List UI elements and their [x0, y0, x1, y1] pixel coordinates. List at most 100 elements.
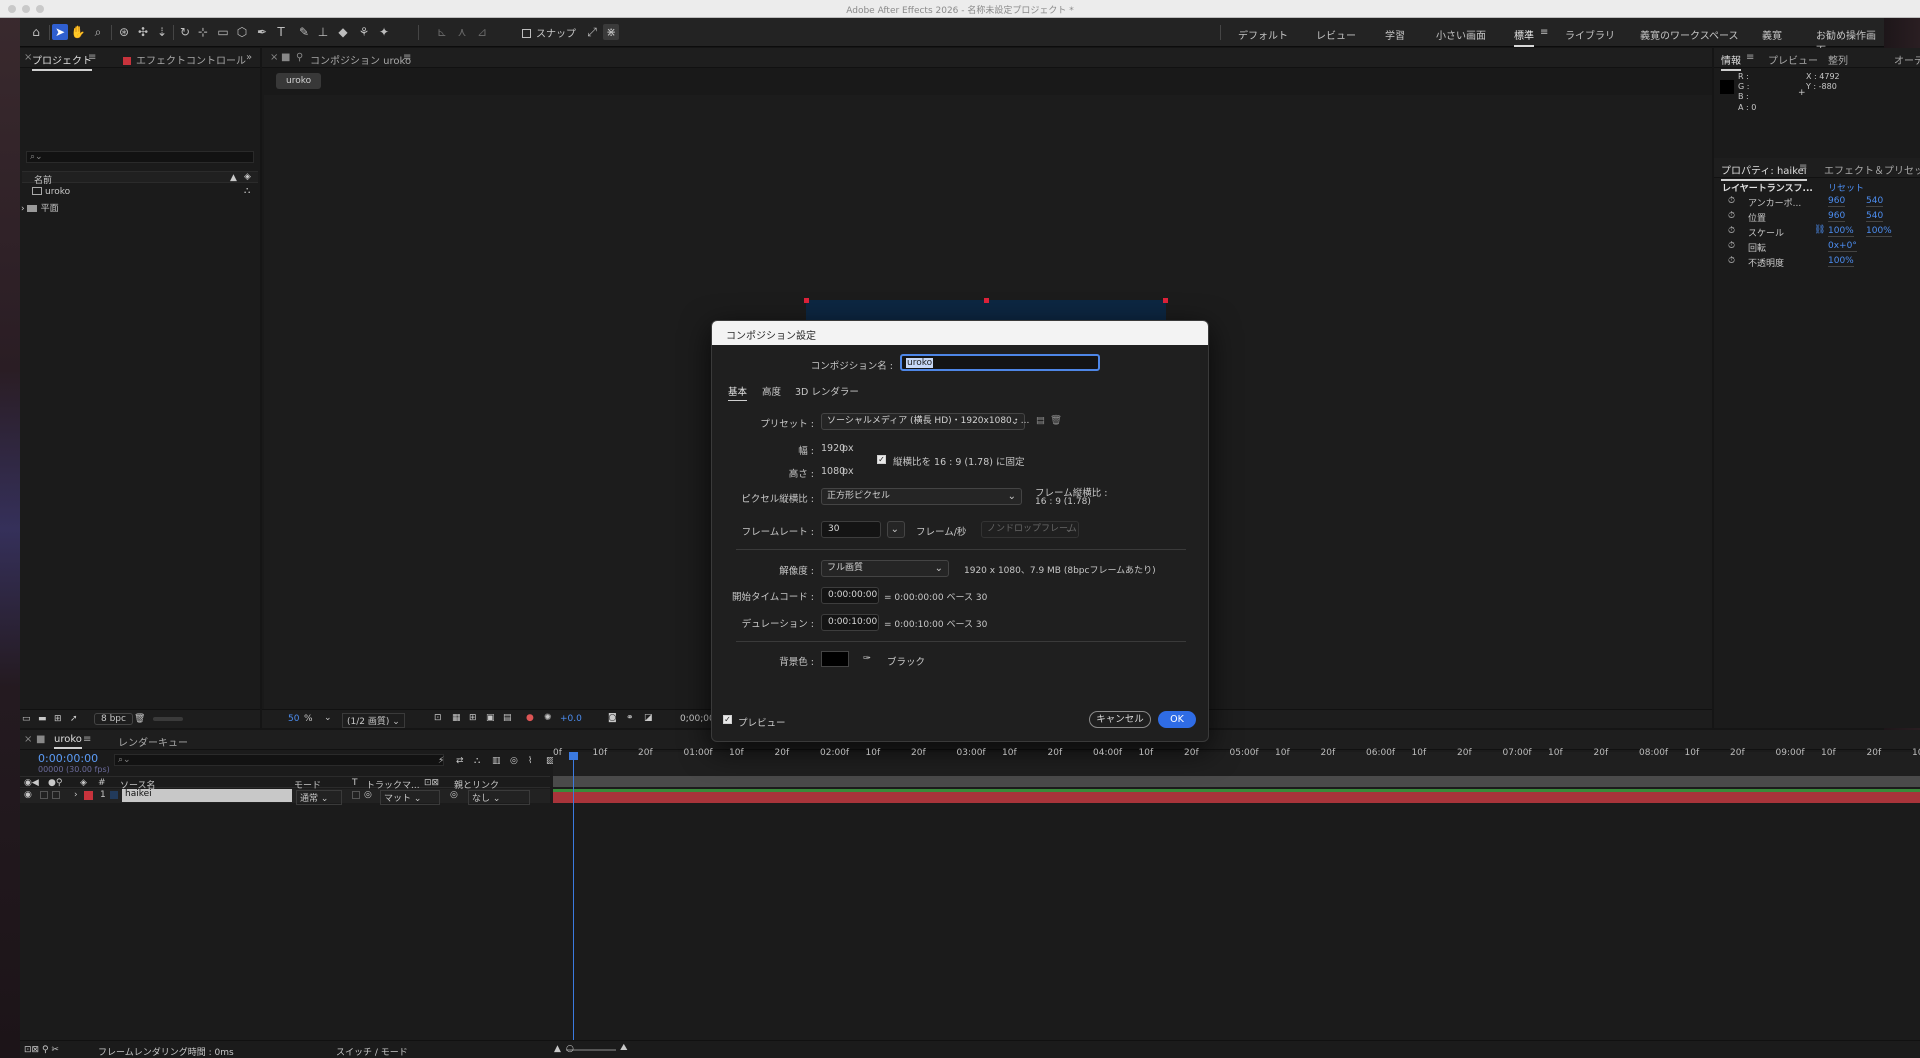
pen-tool-icon[interactable]: ✒	[254, 24, 270, 40]
tab-timeline-comp[interactable]: uroko	[54, 734, 82, 749]
panel-menu-icon[interactable]: ≡	[83, 734, 91, 745]
motion-blur-icon[interactable]: ◎	[510, 756, 518, 766]
background-color-swatch[interactable]	[821, 651, 849, 667]
ok-button[interactable]: OK	[1158, 711, 1196, 728]
new-composition-icon[interactable]: ⊞	[54, 714, 62, 724]
workspace-yoshihiro[interactable]: 義寛	[1762, 27, 1782, 42]
prop-position-x[interactable]: 960	[1828, 211, 1846, 222]
hand-tool-icon[interactable]: ✋	[70, 24, 86, 40]
visibility-eye-icon[interactable]: ◉	[24, 790, 32, 800]
pan-camera-icon[interactable]: ✣	[135, 24, 151, 40]
trash-icon[interactable]: 🗑	[134, 714, 145, 724]
fast-preview-icon[interactable]: ◪	[644, 713, 653, 723]
type-tool-icon[interactable]: T	[273, 24, 289, 40]
footer-toggle-icons[interactable]: ⊡⊠ ⚲ ✂	[24, 1045, 59, 1055]
workspace-standard[interactable]: 標準	[1514, 27, 1534, 47]
selection-tool-icon[interactable]: ➤	[52, 24, 68, 40]
panel-menu-icon[interactable]: ≡	[1799, 162, 1807, 173]
toggle-switches-modes[interactable]: スイッチ / モード	[336, 1045, 408, 1058]
layer-search-input[interactable]: ⌕⌄	[114, 754, 444, 766]
tab-basic[interactable]: 基本	[728, 384, 748, 401]
show-snapshot-icon[interactable]: ⚭	[626, 713, 634, 723]
panel-menu-icon[interactable]: ≡	[88, 52, 96, 63]
work-area-bar[interactable]	[553, 776, 1920, 787]
prop-anchor-y[interactable]: 540	[1866, 196, 1884, 207]
playhead[interactable]	[573, 752, 574, 1058]
workspace-learn[interactable]: 学習	[1385, 27, 1405, 42]
new-folder-icon[interactable]: ▬	[38, 714, 47, 724]
zoom-out-icon[interactable]: ▲	[554, 1044, 561, 1054]
project-item-comp[interactable]: uroko	[32, 187, 70, 197]
shy-layers-icon[interactable]: ⛬	[474, 756, 480, 766]
start-timecode-input[interactable]: 0:00:00:00	[821, 587, 879, 604]
blend-mode-dropdown[interactable]: 通常 ⌄	[296, 790, 342, 805]
comp-breadcrumb[interactable]: uroko	[276, 73, 322, 89]
adobe-media-encoder-icon[interactable]: ➚	[70, 714, 78, 724]
panel-overflow-icon[interactable]: »	[246, 52, 252, 63]
pixel-aspect-dropdown[interactable]: 正方形ピクセル ⌄	[821, 488, 1022, 505]
zoom-tool-icon[interactable]: ⌕	[90, 24, 106, 40]
thumbnail-slider[interactable]	[153, 717, 183, 721]
eyedropper-icon[interactable]: ✑	[863, 653, 871, 664]
layer-handle[interactable]	[804, 298, 809, 303]
label-column-icon[interactable]: ◈	[244, 172, 251, 182]
home-icon[interactable]: ⌂	[28, 24, 44, 40]
delete-preset-icon[interactable]: 🗑	[1050, 415, 1062, 426]
preserve-transparency-toggle[interactable]	[352, 791, 360, 799]
comp-flowchart-icon[interactable]: ⇄	[456, 756, 464, 766]
grid-guides-icon[interactable]: ▣	[486, 713, 495, 723]
expand-arrow-icon[interactable]: ›	[21, 204, 25, 214]
channel-icon[interactable]: ▤	[503, 713, 512, 723]
flowchart-icon[interactable]: ⛬	[244, 186, 250, 196]
exposure-value[interactable]: +0.0	[560, 714, 582, 724]
solo-toggle[interactable]	[40, 791, 48, 799]
pick-whip-icon[interactable]: ◎	[450, 790, 458, 800]
panel-close-icon[interactable]: ×	[24, 734, 32, 745]
cube-tool-icon[interactable]: ⬡	[234, 24, 250, 40]
workspace-default[interactable]: デフォルト	[1238, 27, 1288, 42]
region-of-interest-icon[interactable]: ⊡	[434, 713, 442, 723]
resolution-dropdown[interactable]: フル画質 ⌄	[821, 560, 949, 577]
local-axis-icon[interactable]: ⊾	[434, 24, 450, 40]
mask-visibility-icon[interactable]: ⊞	[469, 713, 477, 723]
stopwatch-icon[interactable]: ⏱	[1728, 226, 1735, 236]
stopwatch-icon[interactable]: ⏱	[1728, 256, 1735, 266]
workspace-small-screen[interactable]: 小さい画面	[1436, 27, 1486, 42]
snap-checkbox[interactable]	[522, 29, 531, 38]
snap-edges-icon[interactable]: ⋇	[603, 24, 619, 40]
prop-rotation[interactable]: 0x+0°	[1828, 241, 1857, 252]
orbit-camera-icon[interactable]: ⊛	[116, 24, 132, 40]
resolution-dropdown[interactable]: (1/2 画質) ⌄	[342, 713, 405, 728]
layer-handle[interactable]	[1163, 298, 1168, 303]
workspace-custom[interactable]: 義寛のワークスペース	[1640, 27, 1739, 42]
dolly-camera-icon[interactable]: ⇣	[154, 24, 170, 40]
tab-info[interactable]: 情報	[1721, 52, 1741, 71]
lock-icon[interactable]: ⚲	[296, 52, 303, 63]
layer-row[interactable]: ◉ › 1 haikei 通常 ⌄ ◎ マット ⌄ ◎ なし ⌄	[20, 789, 550, 805]
world-axis-icon[interactable]: ⋏	[454, 24, 470, 40]
tab-3d-renderer[interactable]: 3D レンダラー	[795, 384, 859, 398]
column-t[interactable]: T	[352, 778, 358, 788]
av-features-icon[interactable]: ◉◀	[24, 778, 39, 788]
preset-dropdown[interactable]: ソーシャルメディア (横長 HD)・1920x1080・... ⌄	[821, 413, 1029, 430]
comp-name-input[interactable]: uroko	[900, 354, 1100, 371]
project-item-folder[interactable]: › 平面	[21, 201, 59, 214]
panel-menu-icon[interactable]: ≡	[1746, 52, 1754, 63]
snap-toggle[interactable]: スナップ	[522, 25, 576, 40]
zoom-in-icon[interactable]: ⛰	[620, 1043, 628, 1053]
layer-handle[interactable]	[984, 298, 989, 303]
frame-rate-input[interactable]: 30	[821, 521, 881, 538]
view-axis-icon[interactable]: ⊿	[474, 24, 490, 40]
puppet-tool-icon[interactable]: ✦	[376, 24, 392, 40]
layer-label-color[interactable]	[84, 791, 93, 800]
eraser-tool-icon[interactable]: ◆	[335, 24, 351, 40]
current-timecode[interactable]: 0:00:00:00	[38, 752, 98, 765]
switches-icon[interactable]: ⊡⊠	[424, 778, 439, 788]
lock-column-icon[interactable]: ●⚲	[48, 778, 62, 788]
reset-link[interactable]: リセット	[1828, 181, 1864, 194]
stopwatch-icon[interactable]: ⏱	[1728, 196, 1735, 206]
sort-arrow-icon[interactable]: ▲	[230, 173, 237, 183]
lock-aspect-checkbox[interactable]: ✓	[877, 455, 886, 464]
cancel-button[interactable]: キャンセル	[1089, 711, 1151, 728]
color-channels-icon[interactable]: ●	[526, 713, 534, 723]
